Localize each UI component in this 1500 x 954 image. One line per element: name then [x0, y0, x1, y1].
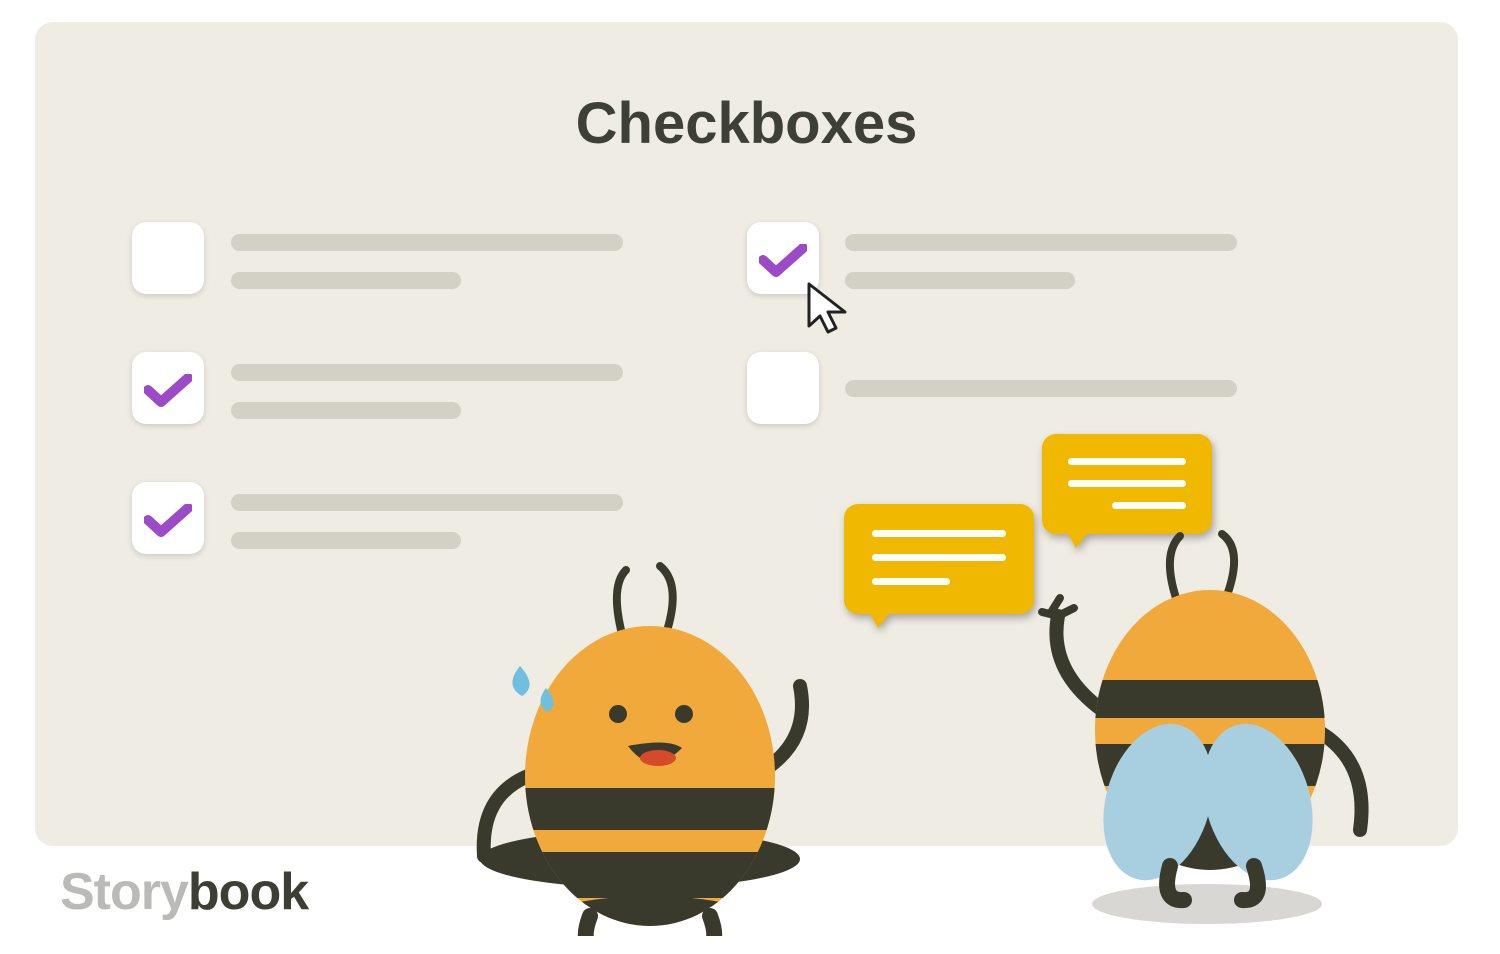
checkmark-icon: [144, 374, 192, 408]
placeholder-line: [231, 532, 461, 549]
speech-bubble-1: [844, 504, 1034, 614]
page-title: Checkboxes: [35, 90, 1458, 157]
checkbox-5[interactable]: [747, 352, 819, 424]
placeholder-line: [845, 234, 1237, 251]
illustration: Checkboxes: [0, 0, 1500, 954]
placeholder-line: [231, 494, 623, 511]
placeholder-line: [231, 234, 623, 251]
checkbox-1[interactable]: [132, 222, 204, 294]
placeholder-line: [231, 272, 461, 289]
bee-mascot-right: [1030, 530, 1390, 930]
checkmark-icon: [144, 504, 192, 538]
speech-bubble-2: [1042, 434, 1212, 534]
checkbox-3[interactable]: [132, 482, 204, 554]
footer-logo: Storybook: [60, 862, 308, 922]
placeholder-line: [845, 272, 1075, 289]
placeholder-line: [231, 402, 461, 419]
placeholder-line: [231, 364, 623, 381]
placeholder-line: [845, 380, 1237, 397]
checkmark-icon: [759, 244, 807, 278]
checkbox-2[interactable]: [132, 352, 204, 424]
bee-mascot-left: [460, 556, 840, 936]
cursor-icon: [803, 280, 855, 342]
